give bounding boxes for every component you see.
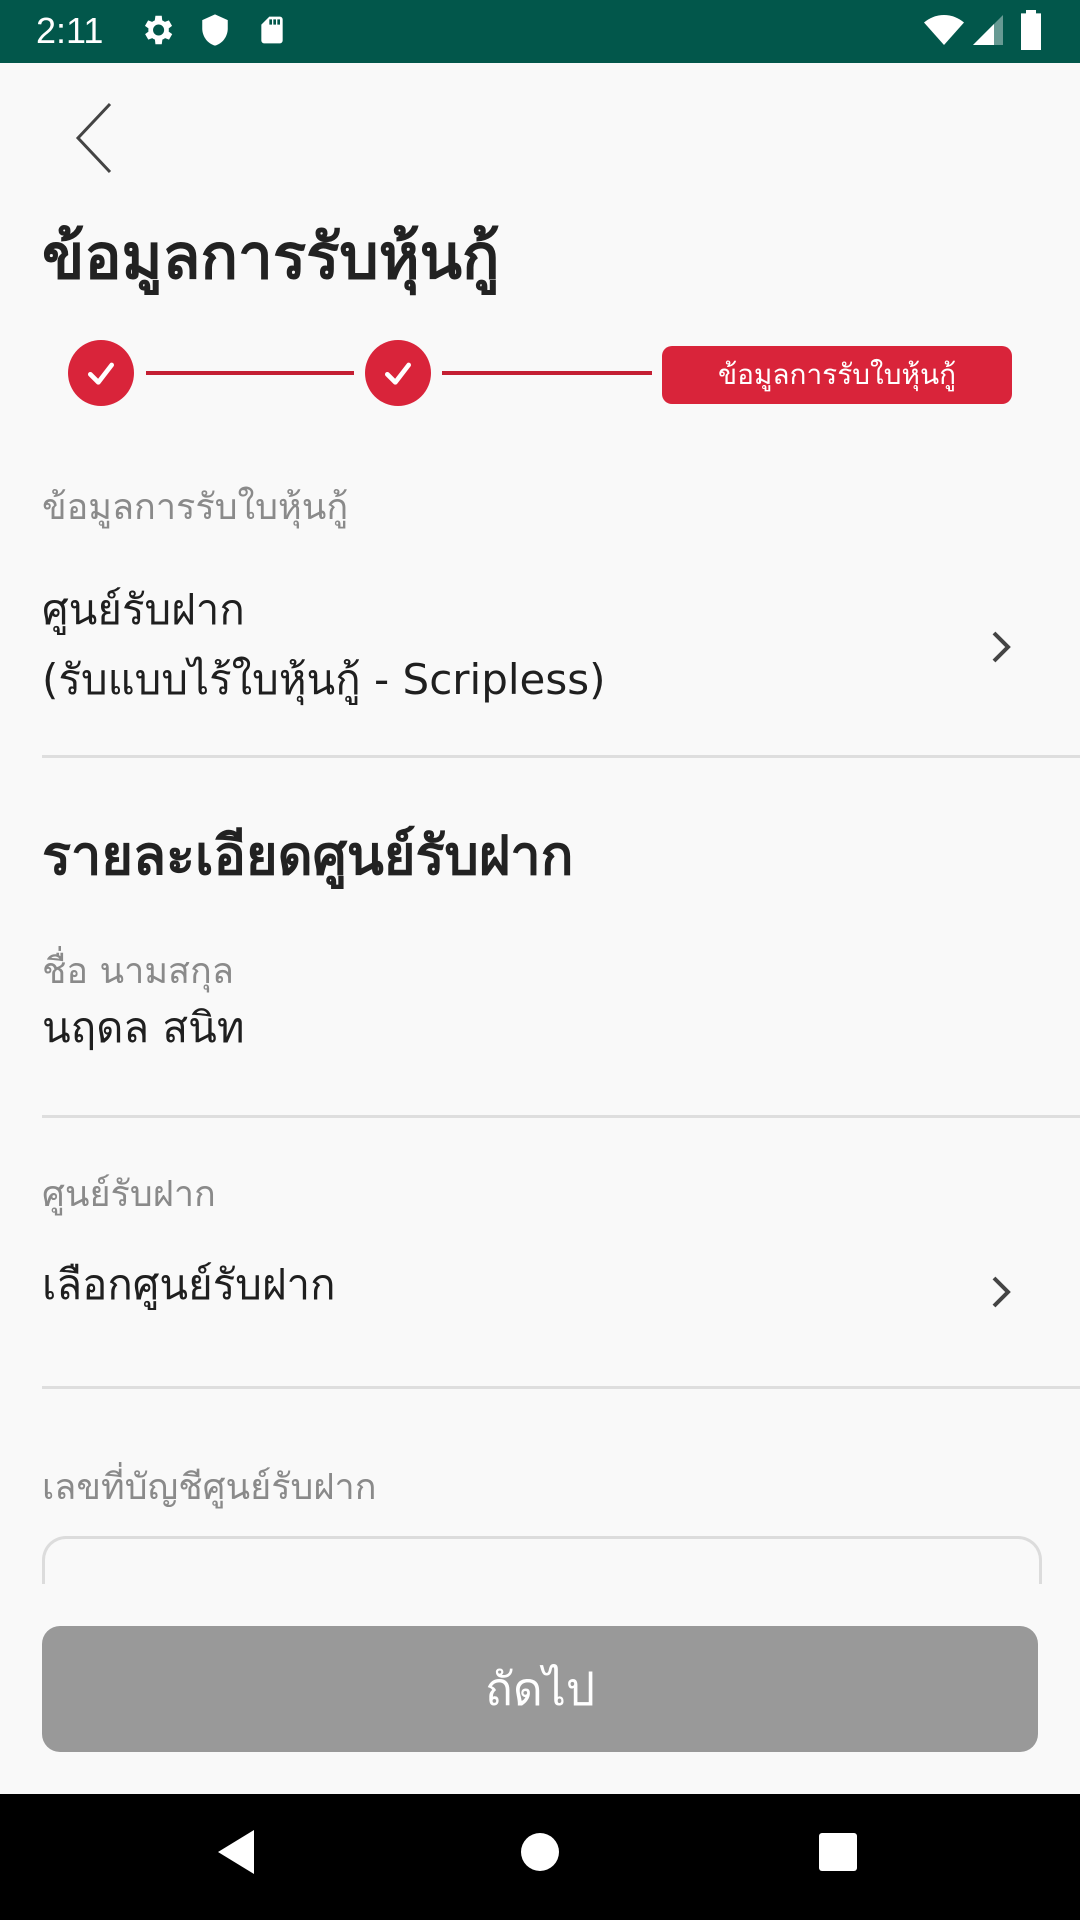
back-nav-icon[interactable] [214, 1826, 260, 1878]
name-label: ชื่อ นามสกุล [42, 951, 234, 992]
battery-icon [1021, 10, 1041, 50]
page-title: ข้อมูลการรับหุ้นกู้ [42, 220, 500, 293]
receipt-selector[interactable]: ศูนย์รับฝาก (รับแบบไร้ใบหุ้นกู้ - Scripl… [0, 580, 1080, 710]
sd-card-icon [261, 16, 283, 44]
step-connector [146, 371, 354, 375]
receipt-value-line2: (รับแบบไร้ใบหุ้นกู้ - Scripless) [42, 655, 606, 704]
depository-center-label: ศูนย์รับฝาก [42, 1174, 216, 1215]
section-title: รายละเอียดศูนย์รับฝาก [42, 824, 574, 887]
chevron-right-icon [992, 631, 1011, 663]
wifi-icon [924, 15, 964, 45]
status-time: 2:11 [36, 10, 104, 51]
check-icon [385, 362, 411, 385]
progress-stepper: ข้อมูลการรับใบหุ้นกู้ [0, 340, 1080, 410]
depository-center-selector[interactable]: เลือกศูนย์รับฝาก [0, 1250, 1080, 1330]
next-button[interactable]: ถัดไป [42, 1626, 1038, 1752]
signal-icon [973, 15, 1003, 45]
shield-icon [202, 14, 228, 46]
step-1-completed [68, 340, 134, 406]
receipt-label: ข้อมูลการรับใบหุ้นกู้ [42, 487, 349, 528]
step-3-current: ข้อมูลการรับใบหุ้นกู้ [662, 346, 1012, 404]
scroll-clip [0, 1584, 1080, 1624]
divider [42, 1386, 1080, 1389]
home-nav-icon[interactable] [518, 1830, 562, 1874]
navigation-bar [0, 1794, 1080, 1920]
step-2-completed [365, 340, 431, 406]
back-button[interactable] [68, 98, 128, 178]
check-icon [88, 362, 114, 385]
chevron-right-icon [992, 1276, 1011, 1308]
depository-center-value: เลือกศูนย์รับฝาก [42, 1260, 336, 1309]
name-value: นฤดล สนิท [42, 1003, 245, 1052]
recents-nav-icon[interactable] [816, 1830, 860, 1874]
divider [42, 1115, 1080, 1118]
status-bar: 2:11 [0, 0, 1080, 63]
account-number-label: เลขที่บัญชีศูนย์รับฝาก [42, 1467, 377, 1508]
step-connector [442, 371, 652, 375]
settings-icon [144, 15, 173, 45]
divider [42, 755, 1080, 758]
receipt-value-line1: ศูนย์รับฝาก [42, 585, 245, 634]
